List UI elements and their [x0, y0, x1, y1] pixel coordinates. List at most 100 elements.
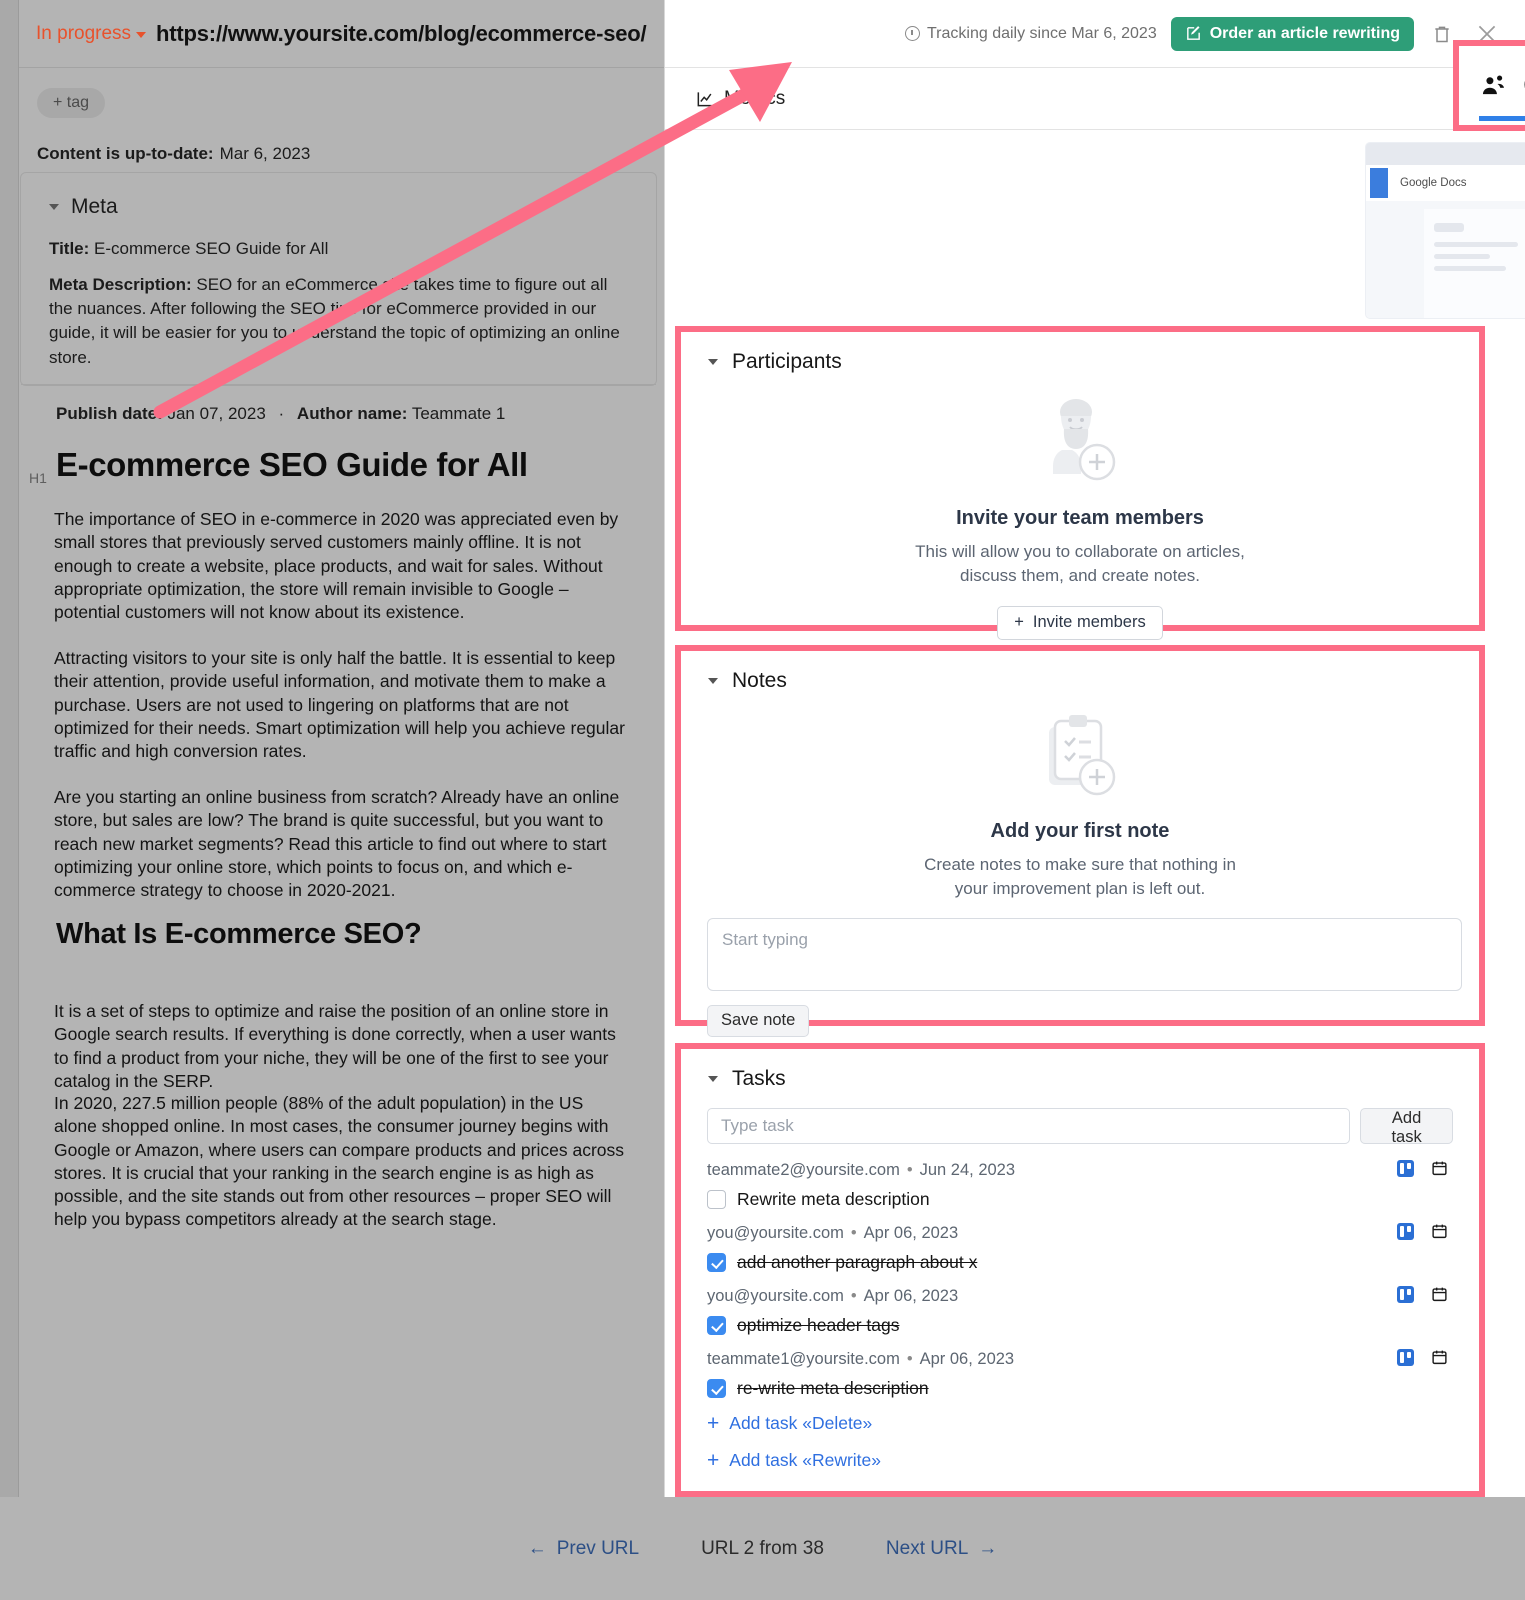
calendar-icon[interactable]	[1431, 1222, 1448, 1240]
bullet-separator: •	[906, 1350, 913, 1368]
arrow-right-icon: →	[978, 1537, 998, 1559]
task-label: Rewrite meta description	[737, 1189, 930, 1209]
prev-url-button[interactable]: ← Prev URL	[528, 1538, 639, 1560]
add-task-quick-link[interactable]: + Add task «Rewrite»	[707, 1450, 1453, 1471]
trello-icon[interactable]	[1397, 1222, 1414, 1240]
tracking-status: Tracking daily since Mar 6, 2023	[904, 24, 1157, 43]
status-dropdown[interactable]: In progress	[36, 22, 147, 45]
tab-metrics[interactable]: Metrics	[695, 68, 807, 130]
article-paragraph: In 2020, 227.5 million people (88% of th…	[54, 1093, 625, 1230]
invite-members-label: Invite members	[1032, 613, 1146, 632]
participants-empty-title: Invite your team members	[956, 507, 1204, 529]
left-scrollbar[interactable]	[0, 0, 19, 1497]
calendar-icon[interactable]	[1431, 1285, 1448, 1303]
task-checkbox[interactable]	[707, 1190, 726, 1209]
article-preview-pane: In progress https://www.yoursite.com/blo…	[0, 0, 664, 1497]
url-bar: In progress https://www.yoursite.com/blo…	[19, 0, 664, 68]
notes-header[interactable]: Notes	[681, 651, 1479, 693]
article-paragraph: Are you starting an online business from…	[54, 787, 620, 901]
bullet-separator: •	[906, 1161, 913, 1179]
add-task-quick-link[interactable]: + Add task «Delete»	[707, 1413, 1453, 1434]
edit-square-icon	[1186, 26, 1200, 40]
notes-section: Notes Add your first note Create notes t…	[675, 645, 1485, 1037]
add-person-illustration-icon	[1053, 399, 1116, 481]
thumb-header: Google Docs	[1366, 165, 1525, 201]
delete-button[interactable]	[1428, 19, 1456, 49]
task-date: Apr 06, 2023	[863, 1224, 959, 1242]
task-label: optimize header tags	[737, 1315, 900, 1335]
bullet-separator: ·	[278, 404, 285, 423]
invite-members-button[interactable]: + Invite members	[997, 605, 1163, 640]
people-icon	[1479, 72, 1509, 100]
tasks-title: Tasks	[732, 1067, 786, 1090]
collaboration-panel: Tracking daily since Mar 6, 2023 Order a…	[664, 0, 1525, 1497]
add-tag-button[interactable]: + tag	[37, 88, 106, 118]
meta-card: Meta Title: E-commerce SEO Guide for All…	[20, 172, 657, 386]
chevron-down-icon	[136, 32, 147, 38]
meta-section-header[interactable]: Meta	[49, 195, 628, 219]
prev-url-label: Prev URL	[556, 1537, 640, 1559]
task-add-row: Add task	[707, 1108, 1453, 1146]
article-paragraph: The importance of SEO in e-commerce in 2…	[54, 509, 619, 623]
url-navigation-bar: ← Prev URL URL 2 from 38 Next URL →	[0, 1497, 1525, 1600]
thumb-label: Google Docs	[1400, 177, 1467, 189]
trello-icon[interactable]	[1397, 1285, 1414, 1303]
task-author: you@yoursite.com	[707, 1287, 844, 1305]
tasks-section: Tasks Add task teammate2@yoursite.com • Ju…	[675, 1043, 1485, 1497]
tracking-label: Tracking daily since Mar 6, 2023	[926, 24, 1157, 42]
task-meta: you@yoursite.com • Apr 06, 2023	[707, 1224, 1453, 1243]
chevron-down-icon	[49, 204, 59, 210]
article-byline: Publish date: Jan 07, 2023 · Author name…	[56, 404, 505, 424]
google-docs-thumbnail: Google Docs	[1365, 142, 1525, 319]
task-checkbox[interactable]	[707, 1316, 726, 1335]
bullet-separator: •	[850, 1224, 857, 1242]
task-checkbox[interactable]	[707, 1379, 726, 1398]
calendar-icon[interactable]	[1431, 1159, 1448, 1177]
task-row: you@yoursite.com • Apr 06, 2023 optimize he…	[707, 1285, 1453, 1336]
meta-description-label: Meta Description:	[49, 275, 192, 295]
article-h2: What Is E-commerce SEO?	[56, 918, 422, 950]
participants-title: Participants	[732, 350, 842, 373]
task-author: teammate1@yoursite.com	[707, 1350, 900, 1368]
bullet-separator: •	[850, 1287, 857, 1305]
quick-link-label: Add task «Rewrite»	[729, 1450, 882, 1470]
chart-line-icon	[697, 91, 712, 106]
task-author: teammate2@yoursite.com	[707, 1161, 900, 1179]
thumb-titlebar	[1366, 143, 1525, 165]
plus-icon: +	[707, 1449, 720, 1472]
task-label: add another paragraph about x	[737, 1252, 978, 1272]
task-date: Apr 06, 2023	[919, 1350, 1015, 1368]
trello-icon[interactable]	[1397, 1348, 1414, 1366]
chevron-down-icon	[708, 359, 718, 365]
tab-collaboration[interactable]: Collaboration	[1453, 40, 1525, 131]
thumb-body	[1366, 201, 1525, 318]
note-textarea[interactable]	[707, 917, 1462, 991]
participants-header[interactable]: Participants	[681, 332, 1479, 374]
uptodate-value: Mar 6, 2023	[219, 144, 311, 163]
content-uptodate: Content is up-to-date: Mar 6, 2023	[37, 144, 310, 164]
panel-toolbar: Tracking daily since Mar 6, 2023 Order a…	[665, 0, 1525, 68]
order-article-rewriting-button[interactable]: Order an article rewriting	[1170, 16, 1414, 51]
task-checkbox[interactable]	[707, 1253, 726, 1272]
tasks-header[interactable]: Tasks	[681, 1049, 1479, 1091]
order-button-label: Order an article rewriting	[1209, 24, 1400, 42]
calendar-icon[interactable]	[1431, 1348, 1448, 1366]
clock-icon	[904, 26, 920, 41]
panel-tabs: Metrics	[665, 68, 1525, 130]
task-input[interactable]	[707, 1108, 1351, 1144]
participants-section: Participants Invite your team members Th…	[675, 326, 1485, 640]
add-task-button[interactable]: Add task	[1360, 1108, 1453, 1146]
save-note-button[interactable]: Save note	[707, 1004, 810, 1037]
trello-icon[interactable]	[1397, 1159, 1414, 1177]
h1-tag-badge: H1	[29, 470, 47, 486]
article-paragraph: Attracting visitors to your site is only…	[54, 648, 625, 762]
chevron-down-icon	[708, 1076, 718, 1082]
next-url-label: Next URL	[885, 1537, 969, 1559]
status-label: In progress	[36, 22, 132, 44]
next-url-button[interactable]: Next URL →	[886, 1538, 997, 1560]
task-quick-links: + Add task «Delete» + Add task «Rewrite»	[707, 1413, 1453, 1471]
author-label: Author name:	[296, 404, 408, 423]
page-url[interactable]: https://www.yoursite.com/blog/ecommerce-…	[156, 21, 647, 47]
quick-link-label: Add task «Delete»	[729, 1413, 873, 1433]
add-note-illustration-icon	[1049, 715, 1116, 796]
